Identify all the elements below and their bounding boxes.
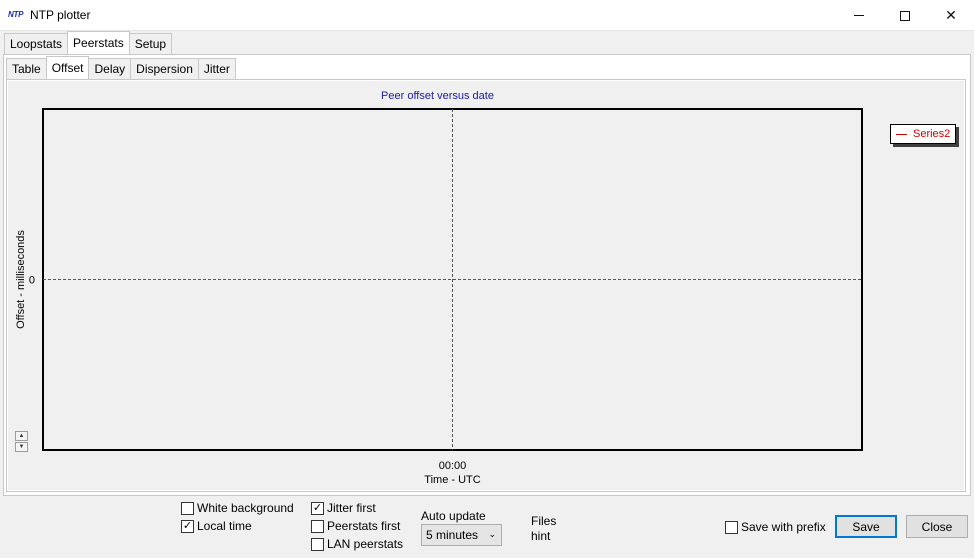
peerstats-first-box[interactable] [311,519,324,533]
auto-update-select[interactable]: 5 minutes ⌄ [421,524,502,546]
local-time-box[interactable]: ✓ [181,519,194,533]
tab-setup[interactable]: Setup [128,33,173,54]
zoom-up-button[interactable]: ▲ [15,431,28,441]
close-window-button[interactable]: ✕ [928,0,974,31]
legend-series-label: Series2 [913,128,951,140]
jitter-first-checkbox[interactable]: ✓ Jitter first [311,501,376,515]
minimize-button[interactable] [836,0,882,31]
chart-legend: Series2 [890,124,956,144]
peerstats-first-label: Peerstats first [327,519,401,533]
title-bar: NTP NTP plotter ✕ [0,0,974,31]
white-background-checkbox[interactable]: White background [181,501,294,515]
files-hint-line2[interactable]: hint [531,529,550,543]
white-background-box[interactable] [181,501,194,515]
maximize-icon [900,10,910,21]
tab-jitter[interactable]: Jitter [197,58,236,79]
files-hint-line1[interactable]: Files [531,514,556,528]
close-icon: ✕ [945,7,957,23]
legend-series-line [896,133,907,135]
tab-peerstats[interactable]: Peerstats [67,31,130,54]
app-icon: NTP [8,10,24,19]
chevron-down-icon: ⌄ [488,529,496,539]
tab-dispersion[interactable]: Dispersion [130,58,199,79]
local-time-checkbox[interactable]: ✓ Local time [181,519,252,533]
zoom-down-button[interactable]: ▼ [15,442,28,452]
close-button[interactable]: Close [906,515,968,538]
tab-offset[interactable]: Offset [45,56,90,79]
chart-area [8,81,964,490]
auto-update-label: Auto update [421,509,486,523]
jitter-first-label: Jitter first [327,501,376,515]
jitter-first-box[interactable]: ✓ [311,501,324,515]
save-with-prefix-box[interactable] [725,520,738,534]
white-background-label: White background [197,501,294,515]
tab-table[interactable]: Table [6,58,47,79]
minimize-icon [854,15,864,16]
save-with-prefix-checkbox[interactable]: Save with prefix [725,520,826,534]
window-title: NTP plotter [30,8,91,22]
main-tab-strip: Loopstats Peerstats Setup [4,31,173,55]
lan-peerstats-label: LAN peerstats [327,537,404,551]
tab-delay[interactable]: Delay [88,58,132,79]
sub-tab-strip: Table Offset Delay Dispersion Jitter [6,56,236,80]
auto-update-value: 5 minutes [426,528,479,542]
lan-peerstats-checkbox[interactable]: LAN peerstats [311,537,403,551]
tab-loopstats[interactable]: Loopstats [4,33,69,54]
peerstats-first-checkbox[interactable]: Peerstats first [311,519,400,533]
save-button[interactable]: Save [835,515,897,538]
local-time-label: Local time [197,519,252,533]
lan-peerstats-box[interactable] [311,537,324,551]
save-with-prefix-label: Save with prefix [741,520,826,534]
maximize-button[interactable] [882,0,928,31]
